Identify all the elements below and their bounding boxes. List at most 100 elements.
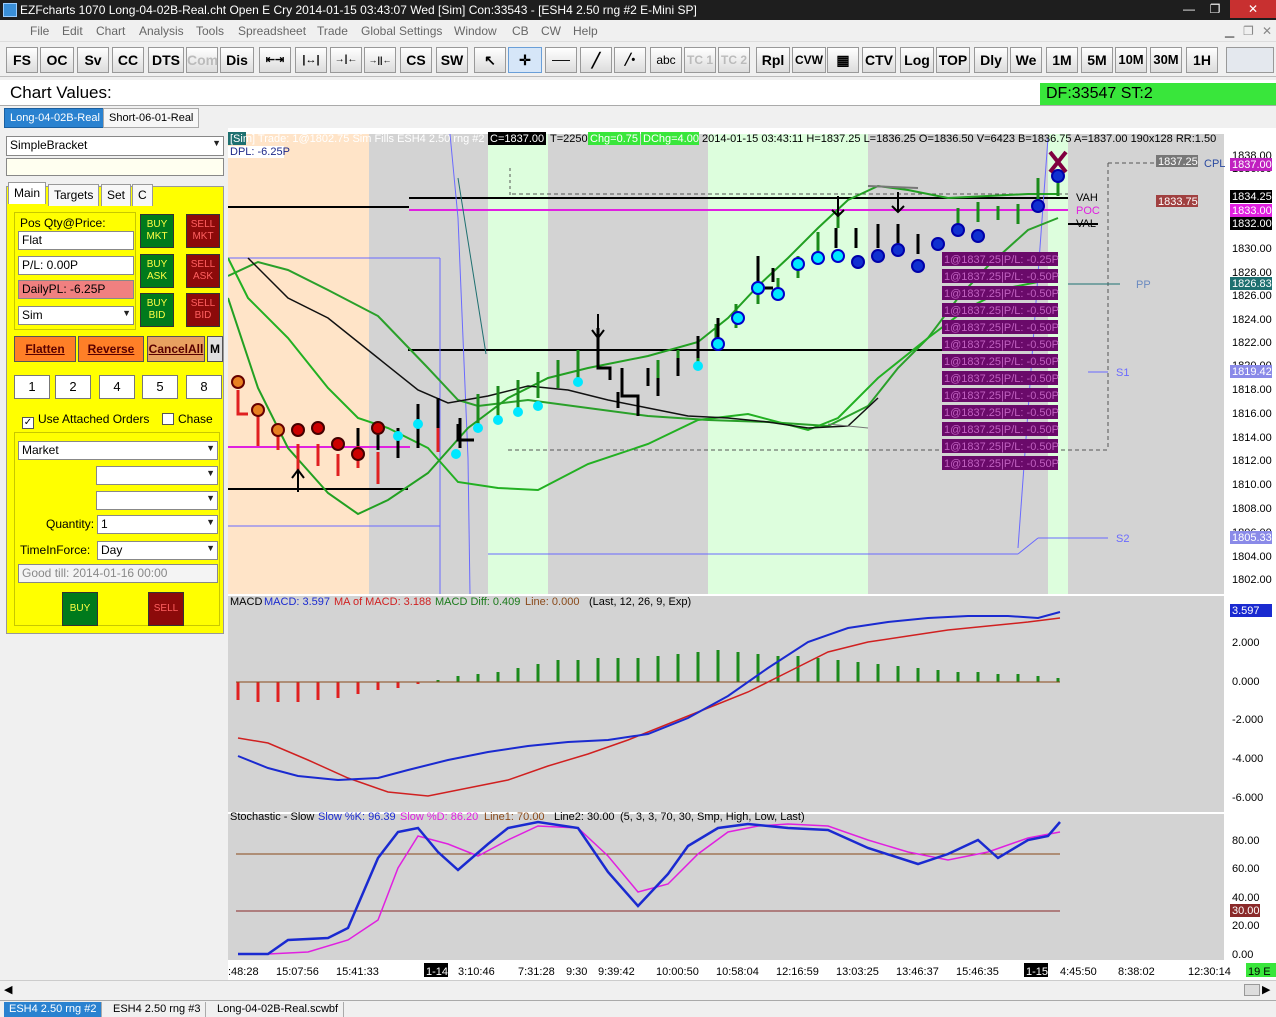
chart-area[interactable]: 1@1837.25|P/L: -0.25P 1@1837.25|P/L: -0.5… (227, 128, 1276, 980)
price-axis-label: 1824.00 (1232, 314, 1272, 326)
flatten-button[interactable]: Flatten (14, 336, 76, 362)
chase-checkbox[interactable]: Chase (162, 412, 213, 426)
scroll-left-icon[interactable]: ◀ (4, 983, 12, 996)
close-button[interactable]: ✕ (1230, 0, 1276, 18)
horizontal-scrollbar[interactable]: ◀ ▶ (0, 980, 1276, 998)
qty-8-button[interactable]: 8 (186, 375, 222, 399)
tb-sw-button[interactable]: SW (436, 47, 468, 73)
buy-mkt-button[interactable]: BUY MKT (140, 214, 174, 248)
m-button[interactable]: M (207, 336, 223, 362)
trendline-icon[interactable]: ╱ (580, 47, 612, 73)
price-axis-label: 1802.00 (1232, 574, 1272, 586)
chart-svg[interactable]: 1@1837.25|P/L: -0.25P 1@1837.25|P/L: -0.5… (227, 128, 1276, 980)
mdi-min-icon[interactable]: ▁ (1225, 24, 1234, 38)
tb-abc-button[interactable]: abc (650, 47, 682, 73)
tab-short-06-01[interactable]: Short-06-01-Real (103, 108, 200, 128)
mdi-close-icon[interactable]: ✕ (1262, 24, 1272, 38)
tb-cs-button[interactable]: CS (400, 47, 432, 73)
tb-oc-button[interactable]: OC (40, 47, 74, 73)
tab-long-04-02b[interactable]: Long-04-02B-Real (4, 108, 106, 128)
tb-sv-button[interactable]: Sv (77, 47, 109, 73)
last-price-tag: 1837.00 (1232, 159, 1272, 171)
tb-top-button[interactable]: TOP (936, 47, 970, 73)
qty-4-button[interactable]: 4 (99, 375, 135, 399)
tb-tc2-button[interactable]: TC 2 (718, 47, 750, 73)
tb-com-button[interactable]: Com (186, 47, 218, 73)
sell-mkt-button[interactable]: SELL MKT (186, 214, 220, 248)
buy-bid-button[interactable]: BUY BID (140, 293, 174, 327)
pointer-icon[interactable]: ↖ (474, 47, 506, 73)
qty-1-button[interactable]: 1 (14, 375, 50, 399)
menu-window[interactable]: Window (454, 24, 497, 38)
window-tab-esh4-3[interactable]: ESH4 2.50 rng #3 (108, 1002, 207, 1017)
menu-file[interactable]: File (30, 24, 49, 38)
price1-select[interactable] (96, 466, 218, 485)
crosshair-icon[interactable]: ✛ (508, 47, 542, 73)
menu-cb[interactable]: CB (512, 24, 529, 38)
buy-ask-button[interactable]: BUY ASK (140, 254, 174, 288)
good-till-field[interactable]: Good till: 2014-01-16 00:00 (18, 564, 218, 583)
tb-ctv-button[interactable]: CTV (862, 47, 896, 73)
tb-compress-icon[interactable]: →|← (330, 47, 362, 73)
window-tab-scwbf[interactable]: Long-04-02B-Real.scwbf (212, 1002, 345, 1017)
menu-edit[interactable]: Edit (62, 24, 83, 38)
tb-we-button[interactable]: We (1010, 47, 1042, 73)
menu-spreadsheet[interactable]: Spreadsheet (238, 24, 306, 38)
tb-fs-button[interactable]: FS (6, 47, 38, 73)
tb-1m-button[interactable]: 1M (1046, 47, 1078, 73)
account-select[interactable]: Sim (18, 306, 134, 325)
menu-cw[interactable]: CW (541, 24, 561, 38)
qty-5-button[interactable]: 5 (142, 375, 178, 399)
hline-icon[interactable]: —— (545, 47, 577, 73)
tb-tc1-button[interactable]: TC 1 (684, 47, 716, 73)
window-tab-esh4-2[interactable]: ESH4 2.50 rng #2 (4, 1002, 103, 1017)
tab-targets[interactable]: Targets (48, 184, 100, 206)
tb-scale-icon[interactable]: ⇤⇥ (259, 47, 291, 73)
grid-icon[interactable]: ▦ (827, 47, 859, 73)
menu-chart[interactable]: Chart (96, 24, 125, 38)
menu-global-settings[interactable]: Global Settings (361, 24, 442, 38)
tb-more-button[interactable] (1226, 47, 1274, 73)
tb-dts-button[interactable]: DTS (148, 47, 184, 73)
maximize-button[interactable]: ❐ (1202, 0, 1228, 18)
tb-rpl-button[interactable]: Rpl (756, 47, 790, 73)
sell-bid-button[interactable]: SELL BID (186, 293, 220, 327)
cancel-all-button[interactable]: CancelAll (147, 336, 205, 362)
menu-help[interactable]: Help (573, 24, 598, 38)
tab-c[interactable]: C (132, 184, 153, 206)
tb-10m-button[interactable]: 10M (1115, 47, 1147, 73)
scroll-thumb[interactable] (1244, 984, 1260, 996)
tb-dis-button[interactable]: Dis (220, 47, 254, 73)
ray-icon[interactable]: ╱• (614, 47, 646, 73)
tb-30m-button[interactable]: 30M (1150, 47, 1182, 73)
macd-params: (Last, 12, 26, 9, Exp) (589, 596, 691, 608)
tab-main[interactable]: Main (8, 182, 47, 204)
scroll-right-icon[interactable]: ▶ (1262, 983, 1270, 996)
sell-button[interactable]: SELL (148, 592, 184, 626)
price2-select[interactable] (96, 491, 218, 510)
strategy-select[interactable]: SimpleBracket (6, 136, 224, 156)
tif-select[interactable]: Day (97, 541, 218, 560)
tb-log-button[interactable]: Log (900, 47, 934, 73)
qty-2-button[interactable]: 2 (55, 375, 91, 399)
order-type-select[interactable]: Market (18, 441, 218, 460)
menu-trade[interactable]: Trade (317, 24, 348, 38)
buy-button[interactable]: BUY (62, 592, 98, 626)
tb-1h-button[interactable]: 1H (1186, 47, 1218, 73)
tb-cc-button[interactable]: CC (112, 47, 144, 73)
mdi-restore-icon[interactable]: ❐ (1243, 24, 1254, 38)
tb-expand-icon[interactable]: |↔| (295, 47, 327, 73)
fill-label: 1@1837.25|P/L: -0.25P (944, 254, 1059, 266)
menu-analysis[interactable]: Analysis (139, 24, 184, 38)
tb-squeeze-icon[interactable]: →||← (364, 47, 396, 73)
tb-5m-button[interactable]: 5M (1081, 47, 1113, 73)
use-attached-checkbox[interactable]: ✓ Use Attached Orders (22, 412, 149, 429)
tab-set[interactable]: Set (101, 184, 132, 206)
reverse-button[interactable]: Reverse (78, 336, 144, 362)
tb-dly-button[interactable]: Dly (974, 47, 1008, 73)
minimize-button[interactable]: — (1176, 0, 1202, 18)
sell-ask-button[interactable]: SELL ASK (186, 254, 220, 288)
menu-tools[interactable]: Tools (196, 24, 224, 38)
quantity-input[interactable]: 1 (97, 515, 218, 534)
tb-cvw-button[interactable]: CVW (792, 47, 826, 73)
